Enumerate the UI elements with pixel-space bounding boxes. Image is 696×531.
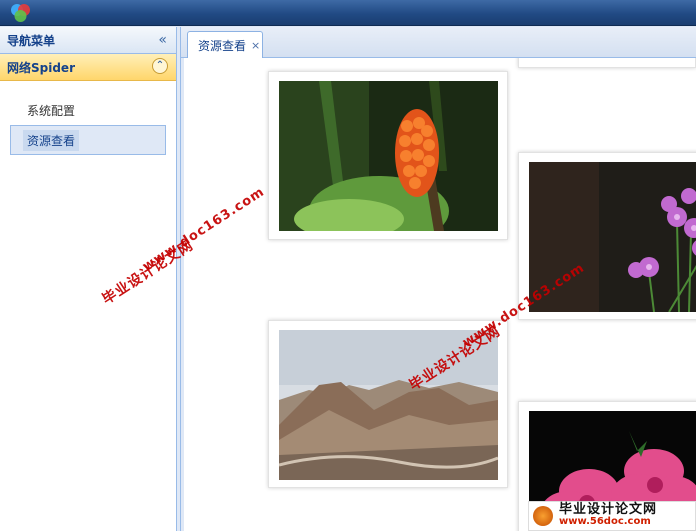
main-panel: 资源查看 × xyxy=(180,27,696,531)
tab-label: 资源查看 xyxy=(198,39,247,53)
nav-menu: 系统配置 资源查看 xyxy=(0,81,176,155)
image-thumbnail xyxy=(279,81,498,231)
menu-item-resource-view[interactable]: 资源查看 xyxy=(10,125,166,155)
app-logo-icon xyxy=(11,4,30,22)
menu-item-label: 系统配置 xyxy=(27,103,76,118)
app-header xyxy=(0,0,696,26)
watermark-badge: 毕业设计论文网 www.56doc.com xyxy=(528,501,696,531)
image-card-partial[interactable] xyxy=(518,58,696,68)
collapse-panel-icon[interactable]: « xyxy=(158,32,167,48)
tab-resource-view[interactable]: 资源查看 × xyxy=(187,31,263,59)
chevron-up-icon[interactable]: ⌃ xyxy=(152,58,168,74)
image-card[interactable] xyxy=(268,71,508,240)
menu-item-system-config[interactable]: 系统配置 xyxy=(10,95,166,125)
nav-header: 导航菜单 « xyxy=(0,27,176,54)
resource-gallery xyxy=(184,58,696,531)
close-icon[interactable]: × xyxy=(251,39,260,52)
nav-title: 导航菜单 xyxy=(7,33,56,48)
menu-item-label: 资源查看 xyxy=(23,129,80,151)
badge-url: www.56doc.com xyxy=(559,516,651,527)
badge-logo-icon xyxy=(533,506,553,526)
nav-group-spider[interactable]: 网络Spider ⌃ xyxy=(0,54,176,81)
nav-group-label: 网络Spider xyxy=(7,60,75,75)
badge-title: 毕业设计论文网 xyxy=(559,502,658,517)
tab-strip: 资源查看 × xyxy=(181,27,696,59)
